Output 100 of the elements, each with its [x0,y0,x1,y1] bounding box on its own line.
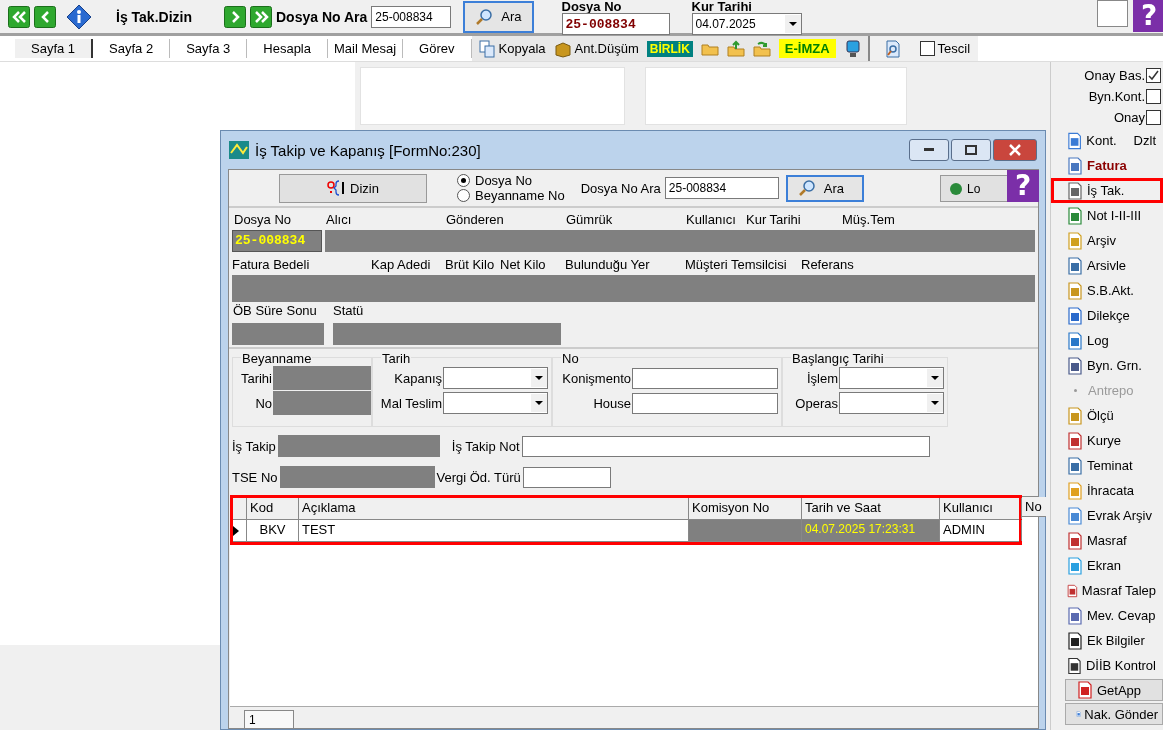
side-menu-item[interactable]: GetApp [1065,679,1163,701]
search-button[interactable]: Ara [463,0,534,33]
input-field[interactable] [521,435,930,457]
first-record-button[interactable] [8,5,30,28]
document-icon [1066,306,1084,325]
document-icon [1066,331,1084,350]
input-field[interactable] [522,466,611,488]
folder-arrow-icon[interactable] [752,39,771,58]
dropdown-field[interactable] [443,367,548,389]
side-menu-item[interactable]: Mev. Cevap [1051,603,1163,628]
copy-icon [477,39,496,58]
radio-button[interactable]: Beyanname No [457,188,565,203]
column-header[interactable]: Kod [247,498,299,519]
side-menu-item[interactable]: İhracata [1051,478,1163,503]
minimize-button[interactable] [909,139,949,161]
input-field[interactable] [632,392,778,414]
field-label: ÖB Süre Sonu [233,303,318,318]
column-header[interactable]: Komisyon No [689,498,802,519]
box-icon [553,39,572,58]
radio-button[interactable]: Dosya No [457,173,565,188]
group-title: Beyanname [241,351,313,366]
field-label: Müşteri Temsilcisi [685,257,788,272]
union-badge[interactable]: BİRLİK [646,40,693,57]
index-button[interactable]: Dizin [279,173,427,203]
column-header[interactable]: No [1022,497,1046,517]
field-label: No [254,395,272,411]
tab[interactable]: Sayfa 1 [15,39,94,58]
e-signature-badge[interactable]: E-İMZA [778,39,836,58]
field-label: Gümrük [566,212,614,227]
dropdown-field[interactable] [839,367,944,389]
checkbox[interactable]: Onay [1051,107,1163,128]
search-icon [797,179,816,197]
previous-button[interactable] [34,5,56,28]
field-label: Gönderen [446,212,505,227]
help-button[interactable]: ? [1007,170,1039,202]
table-cell: ADMIN [940,520,1022,541]
side-menu-item[interactable]: Byn. Grn. [1051,353,1163,378]
side-menu-item[interactable]: Dilekçe [1051,303,1163,328]
side-menu-item[interactable]: S.B.Akt. [1051,278,1163,303]
checkmark-icon [1148,70,1159,81]
side-menu-item[interactable]: Masraf [1051,528,1163,553]
dropdown-field[interactable] [443,392,548,414]
side-menu-item[interactable]: İş Tak. [1051,178,1163,203]
document-icon [1066,256,1084,275]
monitor-icon[interactable] [843,39,862,58]
side-menu-item[interactable]: Kont. Dzlt [1051,128,1163,153]
side-menu-item[interactable]: DİİB Kontrol [1051,653,1163,678]
close-button[interactable] [993,139,1037,161]
document-icon [1066,456,1084,475]
maximize-button[interactable] [951,139,991,161]
side-menu-item[interactable]: Log [1051,328,1163,353]
log-button[interactable]: Lo [940,175,1008,202]
side-menu-item[interactable]: Teminat [1051,453,1163,478]
next-button[interactable] [224,5,246,28]
column-header[interactable]: Tarih ve Saat [802,498,940,519]
checkbox[interactable]: Onay Bas. [1051,65,1163,86]
group-title: Başlangıç Tarihi [791,351,885,366]
document-search-icon[interactable] [883,39,902,58]
side-menu-item[interactable]: Ekran [1051,553,1163,578]
side-menu-item[interactable]: Not I-II-III [1051,203,1163,228]
field-label: TSE No [232,469,278,485]
table-cell: 04.07.2025 17:23:31 [802,520,940,541]
field-label: Operas [795,395,838,411]
dot-icon [1074,389,1077,392]
side-menu-item[interactable]: Kurye [1051,428,1163,453]
field-label: Mal Teslim [380,395,442,411]
log-icon [949,181,963,196]
field-label: Dosya No [234,212,293,227]
side-menu-item[interactable]: Nak. Gönder [1065,703,1163,725]
side-menu-item[interactable]: Ek Bilgiler [1051,628,1163,653]
field-label: İşlem [806,370,838,386]
date-dropdown[interactable]: 04.07.2025 [691,13,802,35]
field-label: Fatura Bedeli [232,257,311,272]
side-menu-item[interactable]: Fatura [1051,153,1163,178]
document-icon [1066,506,1084,525]
dropdown-field[interactable] [839,392,944,414]
field-label: Kapanış [394,370,442,386]
field-label: Net Kilo [500,257,547,272]
last-record-button[interactable] [250,5,272,28]
side-menu-item[interactable]: Arsivle [1051,253,1163,278]
search-field[interactable]: 25-008834 [664,177,779,199]
column-header[interactable]: Açıklama [299,498,689,519]
side-menu-item[interactable]: Masraf Talep [1051,578,1163,603]
search-button[interactable]: Ara [785,174,864,202]
file-number-field[interactable]: 25-008834 [561,13,670,35]
info-button[interactable] [66,3,92,30]
tool-button[interactable]: Ant.Düşüm [553,39,639,58]
field-label: Statü [333,303,364,318]
folder-up-icon[interactable] [726,39,745,58]
search-field[interactable]: 25-008834 [371,5,452,28]
input-field[interactable] [632,367,778,389]
side-menu-item[interactable]: Arşiv [1051,228,1163,253]
checkbox[interactable]: Byn.Kont. [1051,86,1163,107]
document-icon [1066,531,1084,550]
help-button[interactable]: ? [1133,0,1163,32]
document-icon [1066,481,1084,500]
side-menu-item[interactable]: Ölçü [1051,403,1163,428]
field-label: Kap Adedi [371,257,432,272]
side-menu-item[interactable]: Evrak Arşiv [1051,503,1163,528]
copy-button[interactable]: Kopyala [477,39,546,58]
